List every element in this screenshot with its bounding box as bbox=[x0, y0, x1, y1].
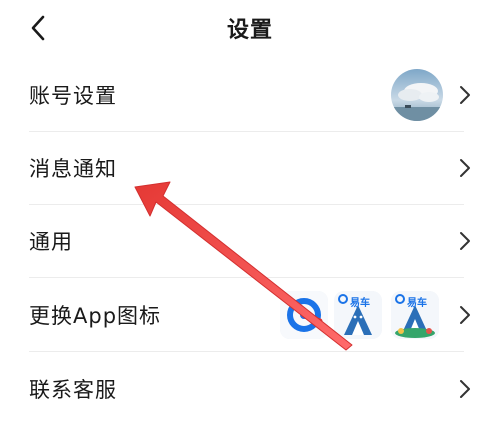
settings-item-label: 更换App图标 bbox=[29, 304, 162, 328]
divider bbox=[29, 277, 464, 278]
app-icon-brand-text: 易车 bbox=[350, 298, 370, 309]
divider bbox=[29, 351, 464, 352]
settings-item-notifications[interactable]: 消息通知 bbox=[0, 132, 500, 204]
settings-item-general[interactable]: 通用 bbox=[0, 205, 500, 277]
yiche-logo-icon bbox=[280, 291, 328, 339]
header-bar: 设置 bbox=[0, 0, 500, 56]
settings-item-label: 通用 bbox=[29, 230, 73, 254]
app-icon-option-default[interactable] bbox=[280, 291, 328, 339]
chevron-right-icon bbox=[460, 159, 470, 177]
settings-item-change-app-icon[interactable]: 更换App图标 易车 易车 bbox=[0, 279, 500, 351]
chevron-right-icon bbox=[460, 232, 470, 250]
avatar bbox=[391, 69, 443, 121]
settings-item-label: 账号设置 bbox=[29, 84, 117, 108]
chevron-right-icon bbox=[460, 306, 470, 324]
chevron-right-icon bbox=[460, 86, 470, 104]
chevron-right-icon bbox=[460, 380, 470, 398]
app-icon-option-festival[interactable]: 易车 bbox=[391, 291, 439, 339]
settings-item-label: 联系客服 bbox=[29, 378, 117, 402]
app-icon-brand-text: 易车 bbox=[407, 298, 427, 309]
settings-item-contact-support[interactable]: 联系客服 bbox=[0, 353, 500, 425]
app-icon-option-shark[interactable]: 易车 bbox=[334, 291, 382, 339]
page-title: 设置 bbox=[226, 18, 273, 43]
settings-item-account[interactable]: 账号设置 bbox=[0, 59, 500, 131]
settings-item-label: 消息通知 bbox=[29, 157, 117, 181]
